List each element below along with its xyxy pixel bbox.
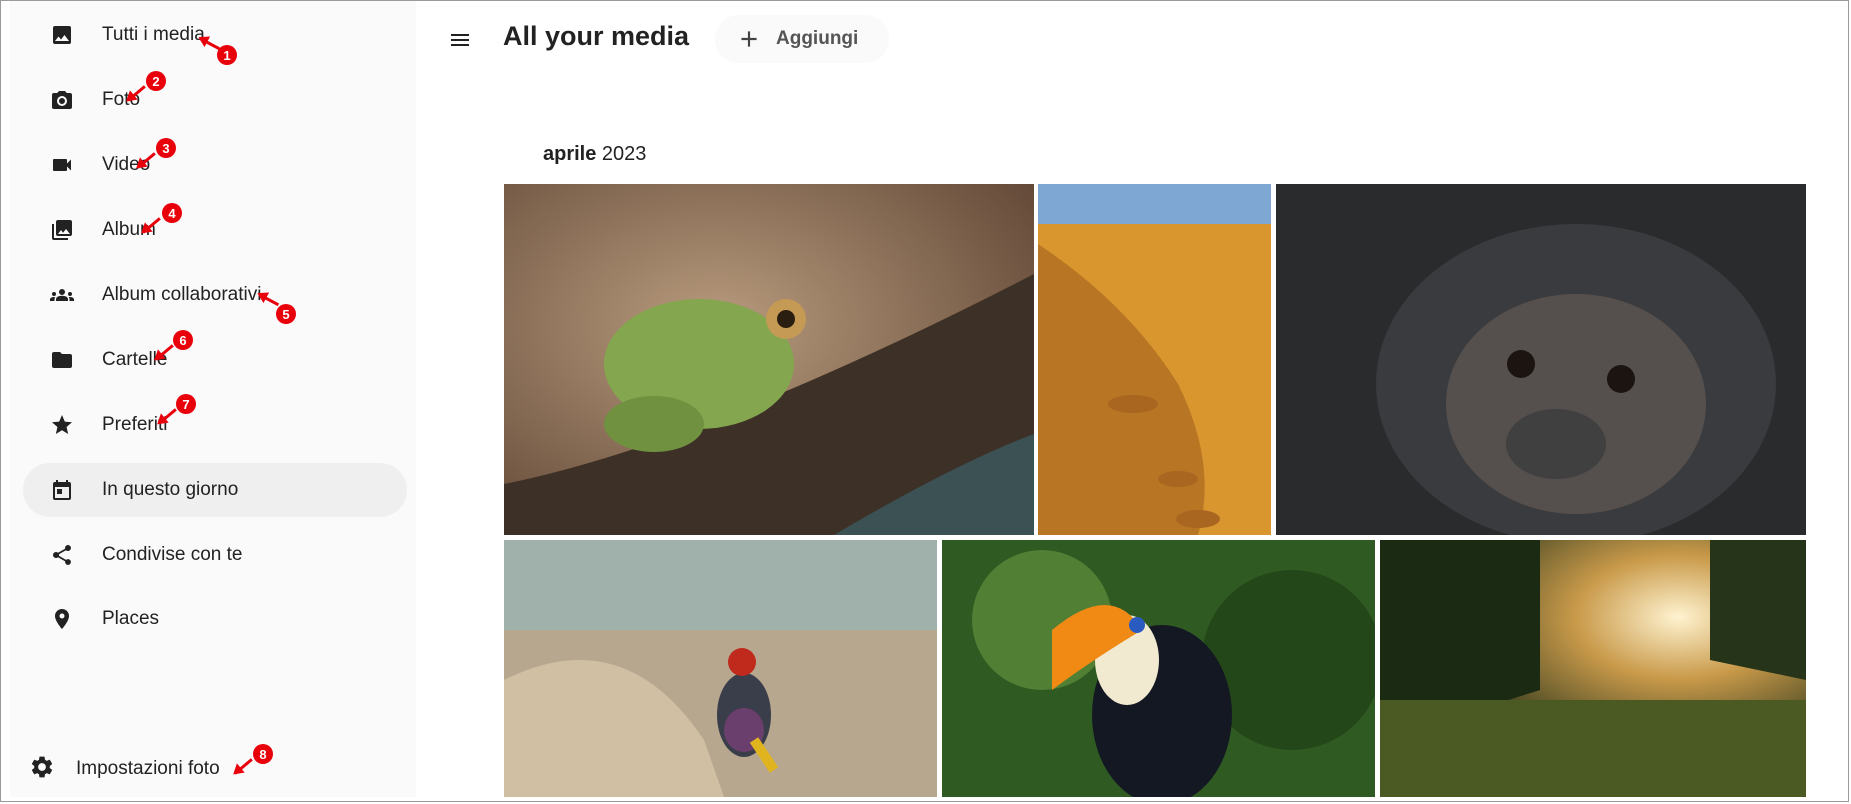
year: 2023: [601, 143, 647, 165]
sidebar-item-label: Condivise con te: [102, 544, 243, 565]
photo-vineyard[interactable]: [1380, 540, 1806, 797]
sidebar-item-all-media[interactable]: Tutti i media: [23, 8, 407, 62]
menu-button[interactable]: [443, 23, 477, 57]
annotation-marker: 3: [156, 138, 176, 158]
group-icon: [48, 281, 76, 309]
plus-icon: [741, 31, 757, 47]
sidebar-item-label: Places: [102, 608, 160, 629]
annotation-marker: 8: [253, 744, 273, 764]
video-icon: [48, 151, 76, 179]
calendar-icon: [48, 476, 76, 504]
month-header: aprile 2023: [543, 143, 646, 166]
folder-icon: [48, 346, 76, 374]
add-button-label: Aggiungi: [776, 28, 859, 49]
add-button[interactable]: Aggiungi: [715, 15, 889, 63]
hamburger-icon: [451, 34, 469, 46]
month-name: aprile: [543, 143, 597, 165]
photo-desert[interactable]: [1038, 184, 1271, 535]
annotation-marker: 6: [173, 330, 193, 350]
camera-icon: [48, 86, 76, 114]
star-icon: [48, 411, 76, 439]
sidebar-item-label: Tutti i media: [102, 24, 205, 45]
sidebar-item-shared-albums[interactable]: Album collaborativi: [23, 268, 407, 322]
sidebar-item-places[interactable]: Places: [23, 592, 407, 646]
sidebar-item-label: In questo giorno: [102, 479, 239, 500]
photo-toucan[interactable]: [942, 540, 1375, 797]
map-pin-icon: [48, 605, 76, 633]
annotation-marker: 7: [176, 394, 196, 414]
sidebar-item-on-this-day[interactable]: In questo giorno: [23, 463, 407, 517]
annotation-marker: 2: [146, 71, 166, 91]
sidebar-item-label: Album collaborativi: [102, 284, 262, 305]
photo-bird[interactable]: [504, 540, 937, 797]
annotation-marker: 1: [217, 45, 237, 65]
image-icon: [48, 21, 76, 49]
sidebar-item-video[interactable]: Video: [23, 138, 407, 192]
share-icon: [48, 541, 76, 569]
annotation-marker: 4: [162, 203, 182, 223]
annotation-marker: 5: [276, 304, 296, 324]
settings-label: Impostazioni foto: [76, 758, 220, 779]
sidebar-item-photos[interactable]: Foto: [23, 73, 407, 127]
sidebar-item-folders[interactable]: Cartelle: [23, 333, 407, 387]
photo-chimpanzee[interactable]: [1276, 184, 1806, 535]
sidebar-item-shared-with-you[interactable]: Condivise con te: [23, 528, 407, 582]
app-window: Tutti i media Foto Video Album Album col…: [0, 0, 1849, 802]
photo-settings-button[interactable]: Impostazioni foto: [29, 749, 220, 789]
sidebar-item-favorites[interactable]: Preferiti: [23, 398, 407, 452]
page-title: All your media: [503, 21, 690, 51]
gear-icon: [29, 754, 55, 785]
sidebar: Tutti i media Foto Video Album Album col…: [10, 1, 416, 797]
photo-frog[interactable]: [504, 184, 1034, 535]
sidebar-item-album[interactable]: Album: [23, 203, 407, 257]
album-icon: [48, 216, 76, 244]
